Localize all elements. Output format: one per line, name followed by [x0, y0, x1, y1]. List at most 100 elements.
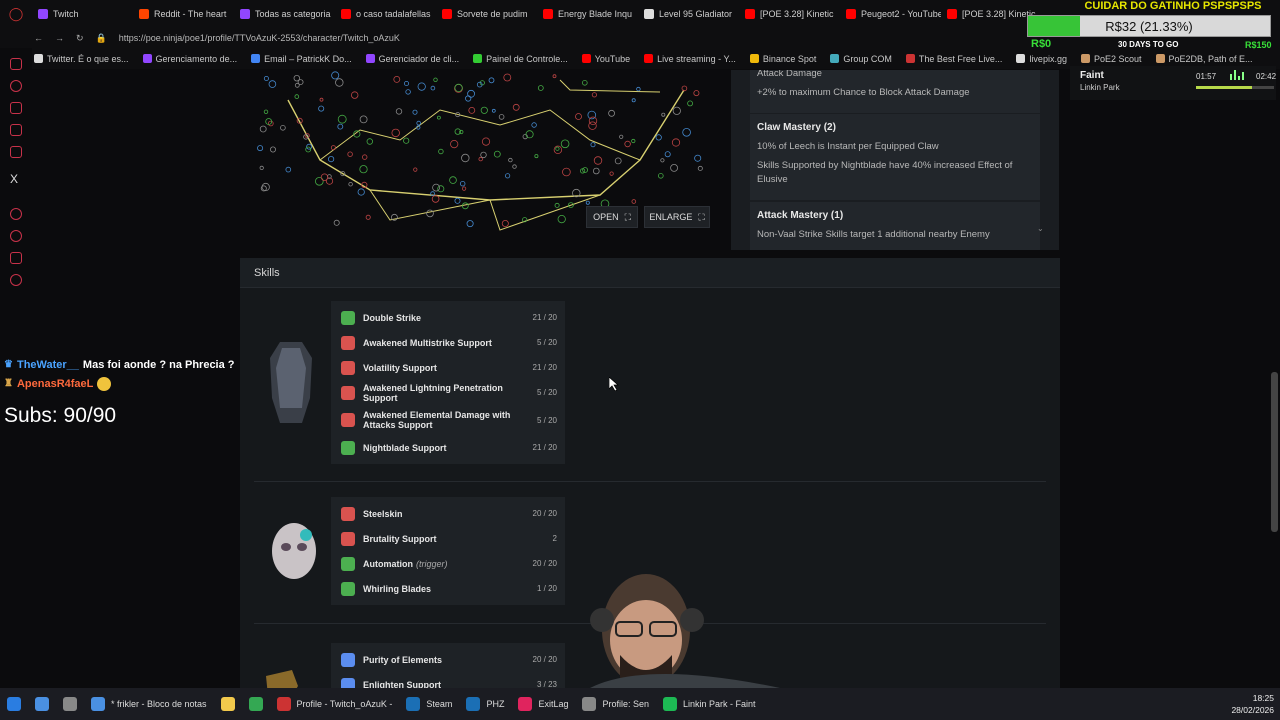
sidebar-icon[interactable] [10, 252, 22, 264]
passive-node[interactable] [501, 219, 509, 227]
passive-node[interactable] [468, 107, 476, 114]
passive-node[interactable] [693, 90, 700, 97]
passive-node[interactable] [631, 138, 636, 144]
passive-node[interactable] [391, 128, 400, 138]
sidebar-icon[interactable] [10, 80, 22, 92]
gem-row[interactable]: Whirling Blades 1 / 20 [331, 576, 565, 601]
taskbar-item[interactable]: Linkin Park - Faint [656, 688, 763, 720]
passive-node[interactable] [694, 154, 702, 162]
passive-node[interactable] [508, 157, 513, 163]
passive-node[interactable] [305, 146, 312, 153]
passive-node[interactable] [259, 165, 264, 171]
passive-node[interactable] [269, 146, 276, 153]
browser-tab[interactable]: o caso tadalafellas [335, 0, 436, 28]
browser-tab[interactable]: Sorvete de pudim [436, 0, 537, 28]
passive-node[interactable] [347, 151, 353, 157]
passive-node[interactable] [503, 73, 512, 82]
passive-node[interactable] [294, 94, 300, 99]
passive-node[interactable] [357, 188, 365, 196]
taskbar-item[interactable] [214, 688, 242, 720]
passive-node[interactable] [461, 153, 470, 163]
browser-tab[interactable]: Peugeot2 - YouTube [840, 0, 941, 28]
system-clock[interactable]: 18:25 28/02/2026 [1231, 692, 1274, 716]
passive-node[interactable] [480, 106, 488, 114]
passive-node[interactable] [557, 215, 566, 224]
passive-node[interactable] [636, 86, 641, 92]
passive-node[interactable] [359, 165, 368, 174]
passive-node[interactable] [294, 82, 300, 88]
passive-node[interactable] [259, 125, 267, 133]
passive-node[interactable] [591, 92, 597, 98]
browser-tab[interactable]: [POE 3.28] Kinetic [739, 0, 840, 28]
bookmark-item[interactable]: Gerenciamento de... [142, 54, 237, 64]
passive-node[interactable] [337, 123, 344, 130]
passive-node[interactable] [478, 156, 483, 162]
passive-node[interactable] [257, 145, 264, 152]
enlarge-tree-button[interactable]: ENLARGE ⛶ [644, 206, 710, 228]
passive-node[interactable] [467, 89, 476, 98]
url-field[interactable]: https://poe.ninja/poe1/profile/TTVoAzuK-… [119, 33, 400, 43]
passive-node[interactable] [657, 173, 664, 179]
passive-node[interactable] [426, 209, 434, 218]
back-icon[interactable]: ← [34, 33, 43, 43]
gem-row[interactable]: Awakened Elemental Damage with Attacks S… [331, 405, 565, 435]
sidebar-icon[interactable] [10, 124, 22, 136]
passive-node[interactable] [481, 137, 491, 146]
passive-node[interactable] [687, 100, 694, 107]
taskbar-item[interactable] [28, 688, 56, 720]
passive-node[interactable] [491, 108, 496, 113]
passive-node[interactable] [624, 140, 631, 148]
sidebar-icon[interactable] [10, 102, 22, 114]
passive-node[interactable] [560, 139, 570, 149]
clock-icon[interactable] [10, 230, 22, 242]
passive-node[interactable] [562, 167, 571, 177]
passive-node[interactable] [430, 85, 436, 91]
sidebar-icon[interactable] [10, 208, 22, 220]
passive-node[interactable] [330, 145, 336, 151]
gem-row[interactable]: Purity of Elements 20 / 20 [331, 647, 565, 672]
gem-row[interactable]: Awakened Multistrike Support 5 / 20 [331, 330, 565, 355]
body-armour-icon[interactable] [262, 338, 320, 428]
bookmark-item[interactable]: Twitter. É o que es... [34, 54, 129, 64]
helmet-icon[interactable] [268, 521, 320, 583]
passive-node[interactable] [682, 127, 691, 137]
passive-node[interactable] [655, 134, 662, 141]
passive-node[interactable] [619, 134, 624, 139]
passive-node[interactable] [554, 202, 560, 208]
passive-node[interactable] [661, 112, 666, 117]
taskbar-item[interactable]: Profile: Sen [575, 688, 656, 720]
taskbar-item[interactable]: Steam [399, 688, 459, 720]
passive-node[interactable] [672, 106, 681, 115]
bookmark-item[interactable]: The Best Free Live... [905, 54, 1002, 64]
taskbar-item[interactable]: Profile - Twitch_oAzuK - [270, 688, 400, 720]
passive-node[interactable] [504, 173, 511, 179]
passive-node[interactable] [359, 115, 368, 124]
passive-node[interactable] [449, 176, 457, 184]
passive-node[interactable] [531, 122, 537, 128]
passive-node[interactable] [671, 138, 681, 147]
bookmark-item[interactable]: Live streaming - Y... [644, 54, 736, 64]
passive-node[interactable] [393, 75, 401, 83]
bookmark-item[interactable]: Gerenciador de cli... [365, 54, 459, 64]
passive-node[interactable] [405, 89, 411, 95]
bookmark-item[interactable]: YouTube [581, 54, 630, 64]
passive-node[interactable] [412, 109, 418, 115]
passive-node[interactable] [552, 74, 557, 79]
passive-node[interactable] [436, 115, 441, 120]
passive-node[interactable] [454, 83, 463, 92]
passive-node[interactable] [285, 166, 292, 173]
open-tree-button[interactable]: OPEN ⛶ [586, 206, 638, 228]
passive-node[interactable] [609, 171, 614, 176]
bookmark-item[interactable]: Email – PatrickK Do... [251, 54, 352, 64]
passive-node[interactable] [631, 199, 637, 204]
browser-tab[interactable]: Level 95 Gladiator [638, 0, 739, 28]
passive-node[interactable] [395, 108, 403, 115]
passive-node[interactable] [512, 164, 517, 169]
gem-row[interactable]: Brutality Support 2 [331, 526, 565, 551]
passive-node[interactable] [582, 167, 589, 173]
passive-node[interactable] [525, 130, 534, 139]
taskbar-item[interactable] [242, 688, 270, 720]
passive-node[interactable] [361, 154, 368, 160]
taskbar-item[interactable]: ExitLag [511, 688, 575, 720]
passive-node[interactable] [614, 157, 622, 165]
